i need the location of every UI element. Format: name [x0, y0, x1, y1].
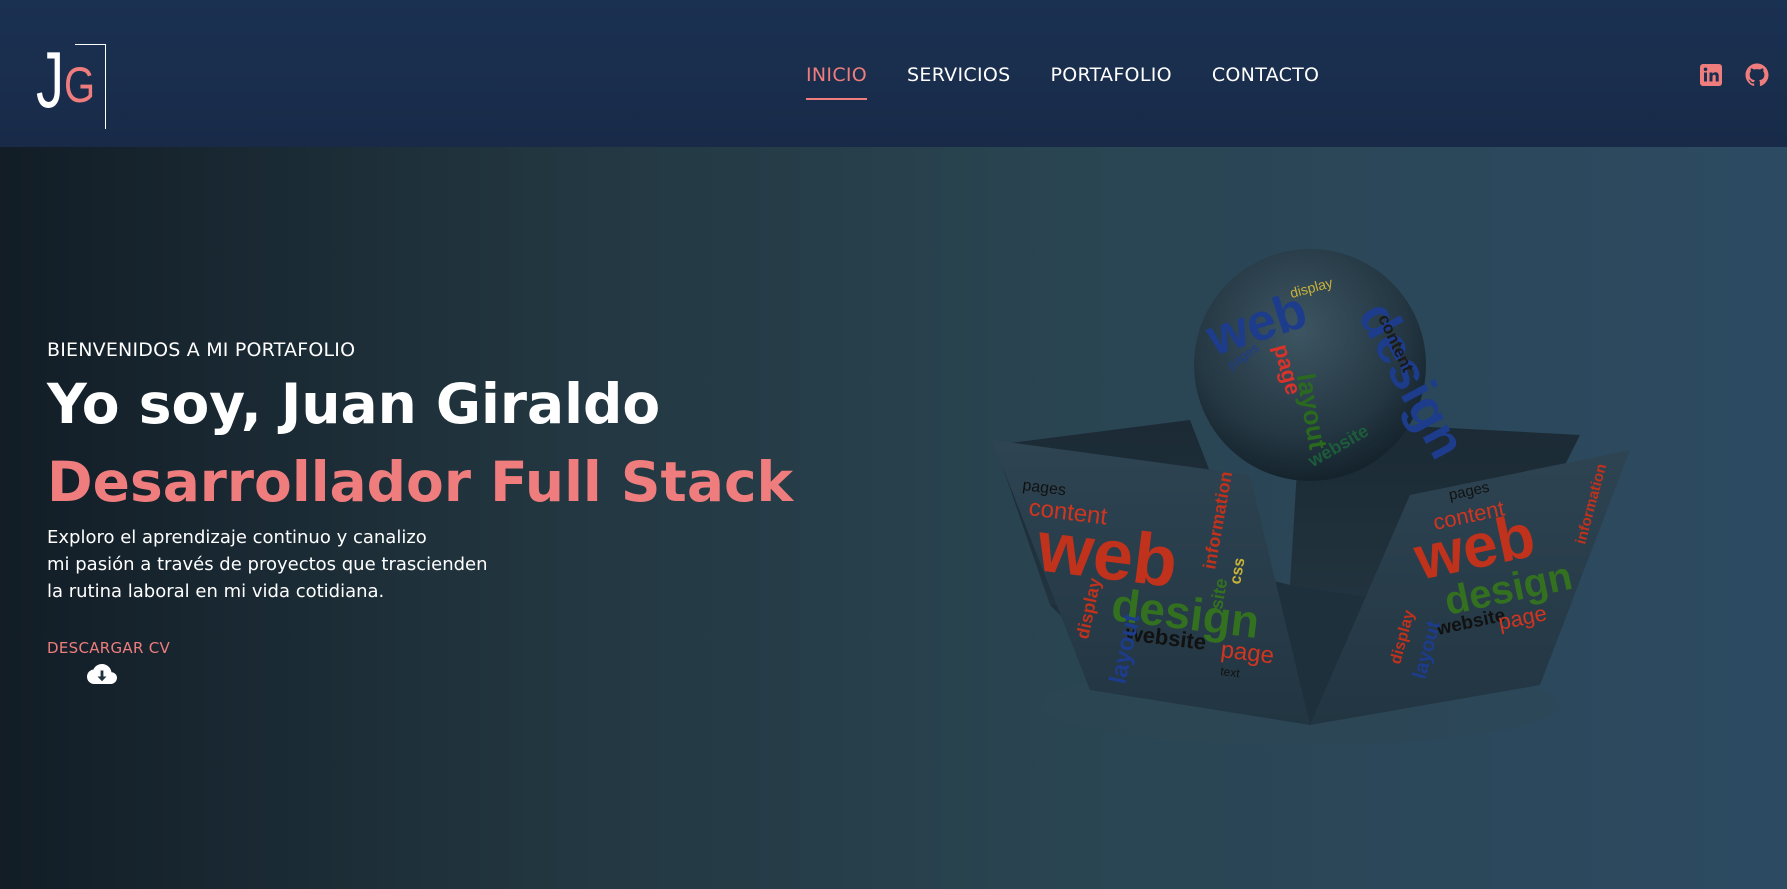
- cloud-download-icon[interactable]: [86, 662, 118, 688]
- linkedin-icon[interactable]: [1699, 63, 1723, 87]
- social-links: [1699, 63, 1769, 87]
- logo-letter-j: J: [36, 35, 64, 124]
- hero-section: BIENVENIDOS A MI PORTAFOLIO Yo soy, Juan…: [47, 338, 794, 688]
- word-sphere: web design page display content pages we…: [1194, 249, 1477, 481]
- page: J G INICIO SERVICIOS PORTAFOLIO CONTACTO…: [0, 0, 1787, 889]
- welcome-text: BIENVENIDOS A MI PORTAFOLIO: [47, 339, 356, 361]
- web-design-illustration: web design page display content pages we…: [992, 249, 1630, 745]
- nav-item-inicio[interactable]: INICIO: [806, 64, 868, 100]
- nav-item-portafolio[interactable]: PORTAFOLIO: [1050, 64, 1171, 100]
- hero-description-line: la rutina laboral en mi vida cotidiana.: [47, 581, 385, 602]
- hero-description-line: Exploro el aprendizaje continuo y canali…: [47, 527, 427, 548]
- site-header: J G INICIO SERVICIOS PORTAFOLIO CONTACTO: [0, 0, 1787, 147]
- logo[interactable]: J G: [34, 40, 106, 130]
- main-nav: INICIO SERVICIOS PORTAFOLIO CONTACTO: [806, 64, 1319, 100]
- logo-letter-g: G: [64, 57, 96, 113]
- hero-description-line: mi pasión a través de proyectos que tras…: [47, 554, 488, 575]
- nav-item-contacto[interactable]: CONTACTO: [1212, 64, 1319, 100]
- box-panel-left: pages content web design website page la…: [992, 440, 1310, 725]
- nav-item-servicios[interactable]: SERVICIOS: [907, 64, 1010, 100]
- hero-description: Exploro el aprendizaje continuo y canali…: [47, 524, 767, 605]
- download-cv-button[interactable]: DESCARGAR CV: [47, 638, 170, 658]
- github-icon[interactable]: [1745, 63, 1769, 87]
- hero-subtitle: Desarrollador Full Stack: [47, 450, 794, 514]
- hero-title: Yo soy, Juan Giraldo: [47, 372, 661, 436]
- panel-word: text: [1220, 664, 1242, 680]
